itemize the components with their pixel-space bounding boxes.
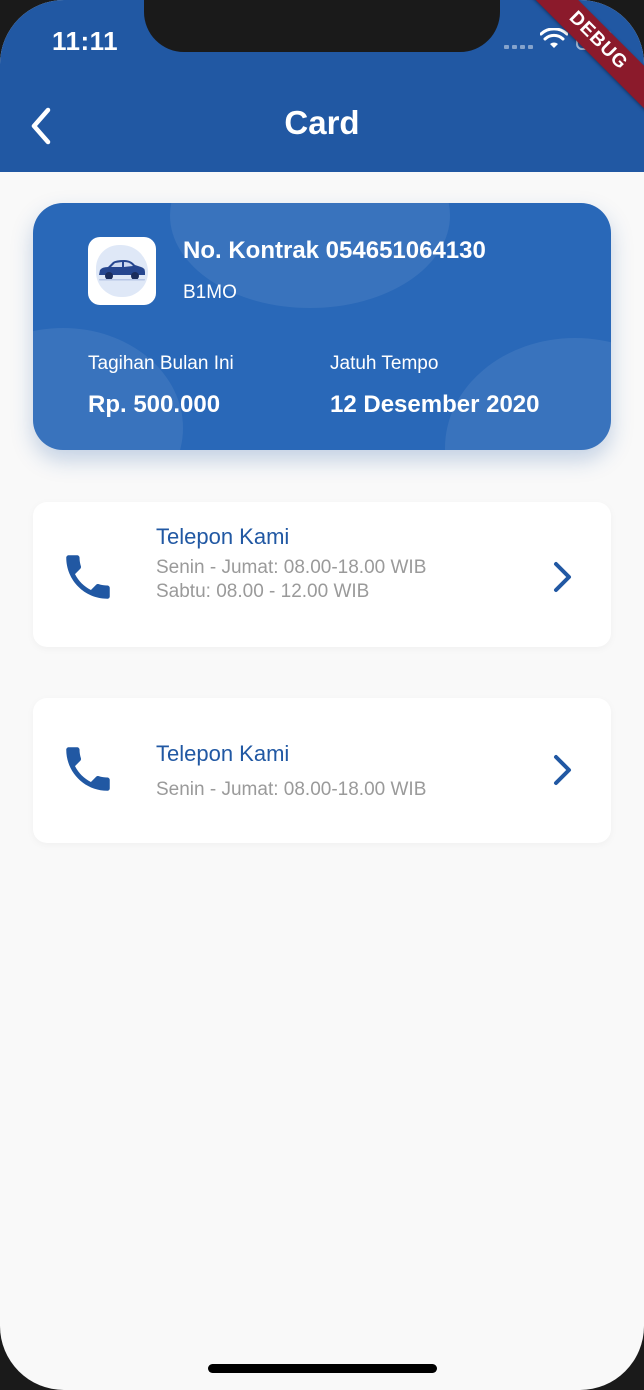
contract-number: No. Kontrak 054651064130	[183, 237, 486, 264]
contract-card[interactable]: No. Kontrak 054651064130 B1MO Tagihan Bu…	[33, 203, 611, 450]
contact-card-call-us[interactable]: Telepon Kami Senin - Jumat: 08.00-18.00 …	[33, 502, 611, 647]
phone-icon	[66, 555, 110, 599]
phone-screen: 11:11 DEBUG Card No. Kontrak 05465106413…	[0, 0, 644, 1390]
bill-value: Rp. 500.000	[88, 391, 221, 418]
chevron-right-icon	[554, 755, 571, 785]
due-date-value: 12 Desember 2020	[330, 391, 540, 418]
chevron-right-icon	[554, 562, 571, 592]
home-indicator[interactable]	[208, 1364, 437, 1373]
contact-hours-weekday: Senin - Jumat: 08.00-18.00 WIB	[156, 557, 427, 578]
status-time: 11:11	[52, 26, 119, 56]
wifi-icon	[540, 28, 568, 48]
contact-title: Telepon Kami	[156, 524, 290, 549]
page-title: Card	[284, 104, 360, 141]
product-logo	[88, 237, 156, 305]
contact-title: Telepon Kami	[156, 741, 290, 766]
cellular-signal-icon	[504, 45, 536, 49]
product-code: B1MO	[183, 282, 237, 303]
due-date-label: Jatuh Tempo	[330, 353, 439, 374]
bill-label: Tagihan Bulan Ini	[88, 353, 234, 374]
car-icon	[99, 260, 145, 281]
app-bar: 11:11 DEBUG Card	[0, 0, 644, 172]
phone-icon	[66, 747, 110, 791]
contact-card-call-us-2[interactable]: Telepon Kami Senin - Jumat: 08.00-18.00 …	[33, 698, 611, 843]
contact-hours-saturday: Sabtu: 08.00 - 12.00 WIB	[156, 581, 370, 602]
contact-hours-weekday: Senin - Jumat: 08.00-18.00 WIB	[156, 779, 427, 800]
device-notch	[144, 0, 500, 52]
decorative-bubble	[33, 328, 183, 450]
